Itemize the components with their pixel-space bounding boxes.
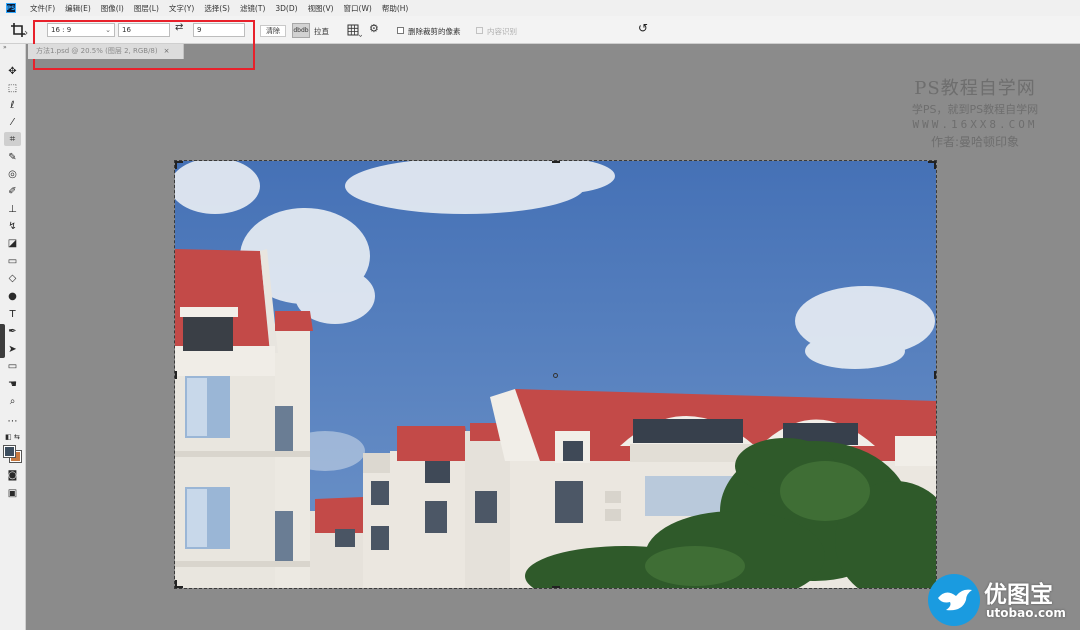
menu-image[interactable]: 图像(I) [101, 3, 124, 14]
blur-icon[interactable]: ◇ [4, 271, 21, 285]
overlay-grid-icon[interactable] [346, 24, 362, 38]
collapse-icon[interactable]: » [3, 44, 7, 51]
reset-icon[interactable]: ↺ [638, 21, 648, 35]
menu-help[interactable]: 帮助(H) [382, 3, 409, 14]
gradient-icon[interactable]: ▭ [4, 254, 21, 268]
menu-edit[interactable]: 编辑(E) [65, 3, 91, 14]
lasso-icon[interactable]: ℓ [4, 98, 21, 112]
menu-3d[interactable]: 3D(D) [275, 4, 297, 13]
ratio-width-field[interactable]: 16 [118, 23, 170, 37]
panel-collapse-tab[interactable] [0, 324, 5, 358]
document-tab[interactable]: 方法1.psd @ 20.5% (图层 2, RGB/8) × [28, 44, 184, 59]
logo-name: 优图宝 [984, 582, 1053, 608]
site-logo: 优图宝 utobao.com [926, 572, 1080, 630]
document-tab-title: 方法1.psd @ 20.5% (图层 2, RGB/8) [36, 47, 158, 55]
options-bar: 16 : 9 ⌄ 16 ⇄ 9 清除 dbdb 拉直 ⚙ 删除裁剪的像素 内容识… [0, 16, 1080, 70]
chevron-down-icon: ⌄ [105, 26, 111, 34]
marquee-icon[interactable]: ⬚ [4, 81, 21, 95]
rectangle-icon[interactable]: ▭ [4, 359, 21, 373]
eraser-icon[interactable]: ◪ [4, 236, 21, 250]
move-icon[interactable]: ✥ [4, 64, 21, 78]
magic-wand-icon[interactable]: ⁄ [4, 115, 21, 129]
menu-select[interactable]: 选择(S) [204, 3, 230, 14]
watermark-title: PS教程自学网 [914, 78, 1036, 99]
hand-icon[interactable]: ☚ [4, 377, 21, 391]
menu-type[interactable]: 文字(Y) [169, 3, 194, 14]
clear-button[interactable]: 清除 [260, 25, 286, 37]
crop-handle-bottom[interactable] [552, 586, 560, 588]
logo-domain: utobao.com [986, 606, 1066, 620]
straighten-label[interactable]: 拉直 [314, 26, 329, 37]
delete-cropped-pixels-checkbox[interactable] [397, 27, 404, 34]
content-aware-checkbox[interactable] [476, 27, 483, 34]
close-icon[interactable]: × [164, 47, 170, 55]
path-selection-icon[interactable]: ➤ [4, 342, 21, 356]
straighten-icon[interactable]: dbdb [292, 23, 310, 38]
menu-file[interactable]: 文件(F) [30, 3, 55, 14]
gear-icon[interactable]: ⚙ [369, 22, 379, 35]
bird-logo-icon [938, 589, 972, 611]
content-aware-label[interactable]: 内容识别 [487, 26, 517, 37]
eyedropper-icon[interactable]: ✎ [4, 150, 21, 164]
crop-center-marker [553, 373, 558, 378]
crop-handle-bottom-left-vertical[interactable] [175, 580, 177, 588]
crop-canvas[interactable] [174, 160, 937, 589]
quick-mask-icon[interactable]: ◙ [4, 468, 21, 482]
ratio-select[interactable]: 16 : 9 ⌄ [47, 23, 115, 37]
dodge-icon[interactable]: ● [4, 289, 21, 303]
crop-icon[interactable]: ⌗ [4, 132, 21, 146]
clone-stamp-icon[interactable]: ⊥ [4, 202, 21, 216]
foreground-color-swatch[interactable] [3, 445, 16, 458]
healing-brush-icon[interactable]: ◎ [4, 167, 21, 181]
menu-layer[interactable]: 图层(L) [134, 3, 159, 14]
brush-icon[interactable]: ✐ [4, 184, 21, 198]
more-tools-icon[interactable]: ⋯ [4, 414, 21, 428]
menu-window[interactable]: 窗口(W) [344, 3, 372, 14]
watermark-author: 作者:曼哈顿印象 [930, 135, 1020, 149]
crop-handle-top-left-vertical[interactable] [175, 161, 177, 169]
tools-panel: » ✥ ⬚ ℓ ⁄ ⌗ ✎ ◎ ✐ ⊥ ↯ ◪ ▭ ◇ ● T ✒ ➤ ▭ ☚ … [0, 44, 26, 630]
ratio-height-field[interactable]: 9 [193, 23, 245, 37]
history-brush-icon[interactable]: ↯ [4, 219, 21, 233]
menu-bar: PS 文件(F) 编辑(E) 图像(I) 图层(L) 文字(Y) 选择(S) 滤… [0, 0, 1080, 16]
crop-tool-preset-icon[interactable] [10, 22, 28, 38]
zoom-icon[interactable]: ⌕ [4, 394, 21, 408]
crop-handle-top[interactable] [552, 161, 560, 163]
crop-handle-left[interactable] [175, 371, 177, 379]
delete-cropped-pixels-label[interactable]: 删除裁剪的像素 [408, 26, 461, 37]
pen-icon[interactable]: ✒ [4, 324, 21, 338]
watermark: PS教程自学网 学PS，就到PS教程自学网 WWW.16XX8.COM 作者:曼… [880, 74, 1070, 150]
crop-handle-top-right-vertical[interactable] [934, 161, 936, 169]
default-colors-icon[interactable]: ◧ ⇆ [4, 430, 21, 444]
watermark-slogan: 学PS，就到PS教程自学网 [911, 103, 1039, 116]
watermark-url: WWW.16XX8.COM [912, 118, 1038, 131]
menu-view[interactable]: 视图(V) [308, 3, 334, 14]
photoshop-logo: PS [6, 3, 16, 13]
swap-dimensions-icon[interactable]: ⇄ [175, 22, 189, 36]
type-icon[interactable]: T [4, 307, 21, 321]
crop-handle-right[interactable] [934, 371, 936, 379]
ratio-value: 16 : 9 [51, 26, 72, 34]
menu-filter[interactable]: 滤镜(T) [240, 3, 265, 14]
screen-mode-icon[interactable]: ▣ [4, 486, 21, 500]
